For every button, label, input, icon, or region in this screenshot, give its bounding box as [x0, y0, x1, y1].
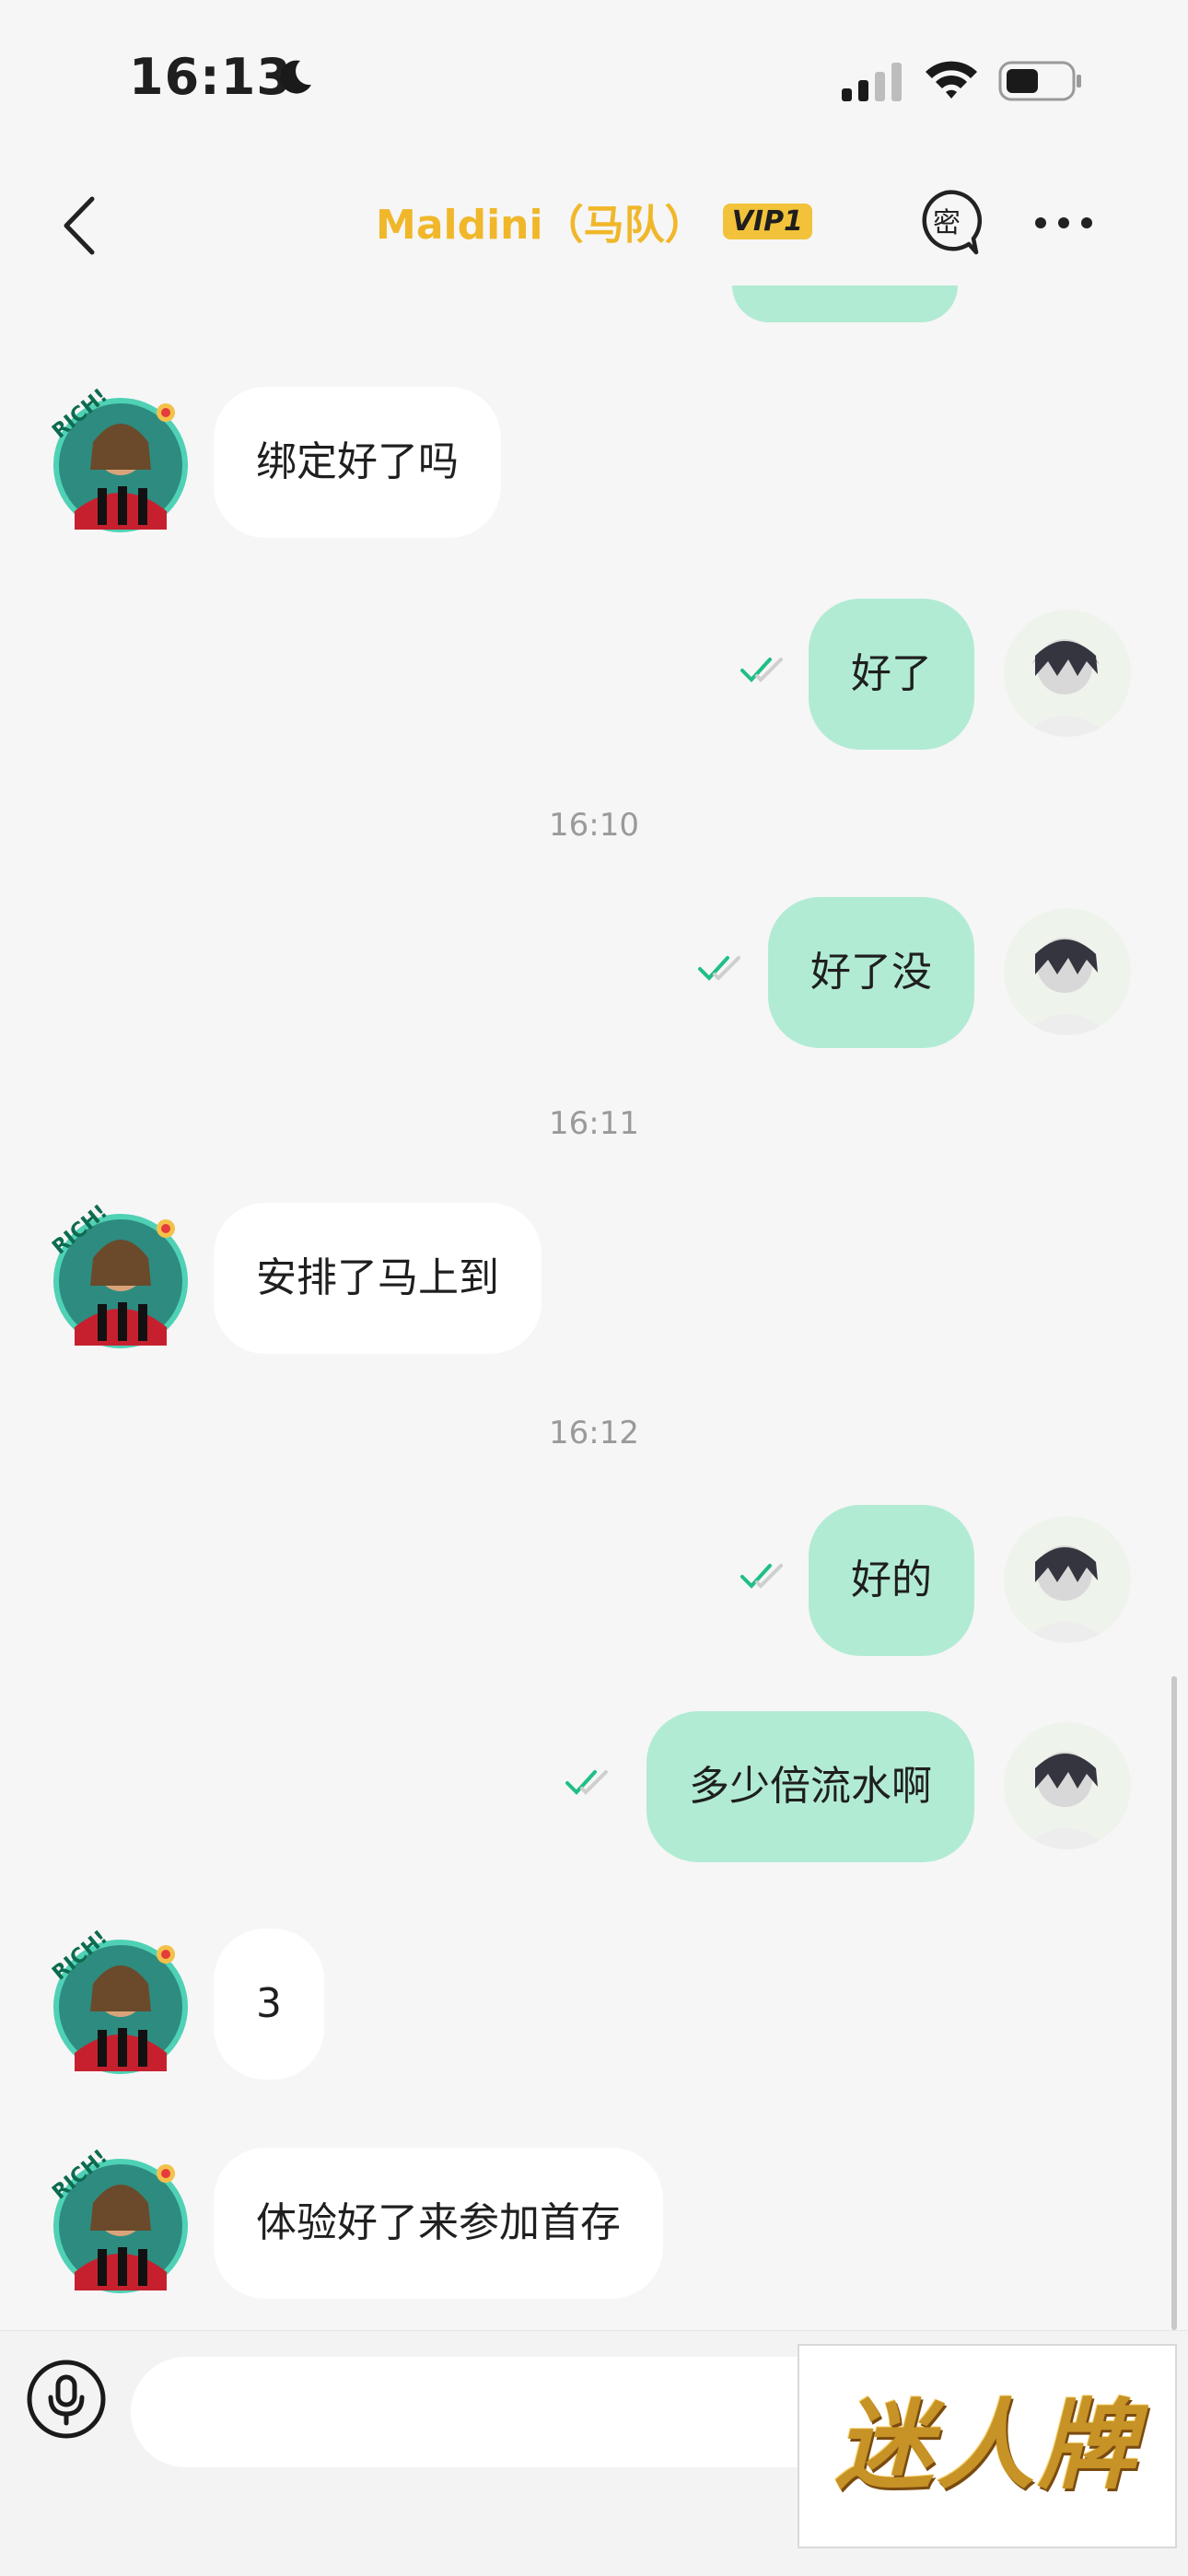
user-avatar[interactable] — [1004, 1516, 1131, 1643]
status-time: 16:13 — [129, 48, 292, 106]
contact-avatar[interactable]: RICH! — [42, 1203, 190, 1350]
contact-name[interactable]: Maldini（马队） — [376, 202, 705, 249]
chat-title-area[interactable]: Maldini（马队） VIP1 — [0, 192, 1188, 251]
watermark-overlay: 迷人牌 — [798, 2344, 1177, 2548]
previous-outgoing-bubble — [732, 286, 958, 322]
wifi-icon — [926, 61, 977, 99]
user-avatar[interactable] — [1004, 1722, 1131, 1849]
chat-header: Maldini（马队） VIP1 密 — [0, 166, 1188, 286]
contact-avatar[interactable]: RICH! — [42, 1929, 190, 2076]
contact-avatar[interactable]: RICH! — [42, 387, 190, 534]
message-bubble[interactable]: 好了 — [809, 599, 974, 750]
read-receipt-icon — [740, 658, 783, 682]
status-bar: 16:13 — [0, 0, 1188, 157]
message-bubble[interactable]: 安排了马上到 — [214, 1203, 542, 1354]
message-bubble[interactable]: 绑定好了吗 — [214, 387, 501, 538]
read-receipt-icon — [698, 956, 740, 981]
timestamp: 16:12 — [549, 1415, 639, 1451]
message-list[interactable]: RICH! 绑定好了吗 好了 16:10 好了没 16:11 RICH! 安排了… — [0, 286, 1188, 2330]
read-receipt-icon — [565, 1770, 608, 1795]
more-options-icon[interactable] — [1033, 212, 1094, 234]
secret-chat-icon[interactable]: 密 — [912, 188, 982, 258]
vip-badge: VIP1 — [722, 203, 812, 239]
battery-icon — [998, 61, 1081, 101]
user-avatar[interactable] — [1004, 610, 1131, 737]
message-bubble[interactable]: 体验好了来参加首存 — [214, 2148, 663, 2299]
message-bubble[interactable]: 好了没 — [768, 897, 974, 1048]
contact-avatar[interactable]: RICH! — [42, 2148, 190, 2295]
input-bar: 迷人牌 — [0, 2330, 1188, 2576]
signal-icon — [842, 63, 902, 101]
scrollbar[interactable] — [1171, 1676, 1177, 2330]
user-avatar[interactable] — [1004, 908, 1131, 1035]
message-bubble[interactable]: 多少倍流水啊 — [646, 1711, 974, 1862]
watermark-text: 迷人牌 — [835, 2389, 1139, 2502]
message-bubble[interactable]: 3 — [214, 1929, 324, 2080]
secret-chat-label: 密 — [933, 207, 961, 239]
read-receipt-icon — [740, 1564, 783, 1589]
message-bubble[interactable]: 好的 — [809, 1505, 974, 1656]
moon-icon — [280, 60, 311, 94]
timestamp: 16:10 — [549, 807, 639, 844]
mic-icon[interactable] — [26, 2359, 107, 2440]
timestamp: 16:11 — [549, 1105, 639, 1142]
